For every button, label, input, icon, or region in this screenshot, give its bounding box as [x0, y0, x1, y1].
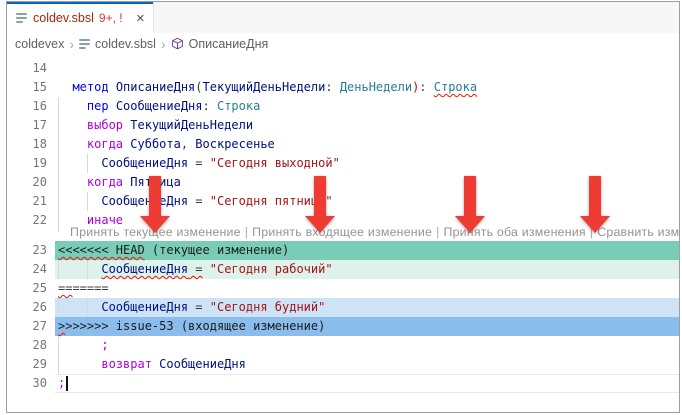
code-token: :: [203, 99, 217, 113]
code-line-27[interactable]: >>>>>>> issue-53 (входящее изменение): [58, 317, 325, 336]
code-token: ;: [58, 376, 65, 390]
code-line-24[interactable]: СообщениеДня = "Сегодня рабочий": [58, 260, 333, 279]
code-line-21[interactable]: СообщениеДня = "Сегодня пятница": [58, 192, 333, 211]
line-number: 26: [7, 298, 47, 317]
file-lines-icon: [16, 11, 27, 25]
code-token: :: [325, 80, 339, 94]
close-icon[interactable]: ✕: [134, 11, 147, 26]
code-token: возврат: [101, 357, 159, 371]
line-number: 14: [7, 59, 47, 78]
code-token: Воскресенье: [195, 137, 274, 151]
line-number: 24: [7, 260, 47, 279]
line-number: 17: [7, 116, 47, 135]
code-token: Суббота: [130, 137, 181, 151]
line-number: 15: [7, 78, 47, 97]
tab-problems-badge: 9+, !: [99, 11, 123, 25]
breadcrumb-symbol[interactable]: ОписаниеДня: [189, 37, 269, 51]
code-line-28[interactable]: ;: [58, 336, 109, 355]
code-token: СообщениеДня: [159, 357, 246, 371]
code-token: :: [419, 80, 433, 94]
code-token: <<<<<<< HEAD: [58, 243, 145, 257]
code-line-17[interactable]: выбор ТекущийДеньНедели: [58, 116, 253, 135]
code-line-29[interactable]: возврат СообщениеДня: [58, 355, 246, 374]
code-token: (: [195, 80, 202, 94]
code-line-22[interactable]: иначе: [58, 211, 123, 230]
code-token: =====: [72, 281, 108, 295]
accept-incoming-change-link[interactable]: Принять входящее изменение: [252, 225, 432, 239]
separator: |: [436, 225, 439, 239]
code-token: когда: [87, 175, 130, 189]
symbol-method-icon: [171, 37, 184, 53]
code-line-16[interactable]: пер СообщениеДня: Строка: [58, 97, 260, 116]
code-token: выбор: [87, 118, 130, 132]
code-token: =: [188, 156, 210, 170]
line-number: 21: [7, 192, 47, 211]
line-number: 16: [7, 97, 47, 116]
line-number: 29: [7, 355, 47, 374]
code-token: пер: [87, 99, 116, 113]
breadcrumb-file[interactable]: coldev.sbsl: [95, 37, 156, 51]
code-token: метод: [72, 80, 115, 94]
chevron-right-icon: ›: [161, 37, 166, 51]
line-number: 30: [7, 374, 47, 393]
code-token: СообщениеДня: [116, 99, 203, 113]
code-line-19[interactable]: СообщениеДня = "Сегодня выходной": [58, 154, 340, 173]
code-line-30[interactable]: ;: [58, 374, 65, 393]
breadcrumb-folder[interactable]: coldevex: [15, 37, 64, 51]
code-token: >>>>>> issue-53 (входящее изменение): [65, 319, 325, 333]
red-annotation-arrow: [140, 176, 170, 237]
line-number: 23: [7, 241, 47, 260]
breadcrumb: coldevex › coldev.sbsl › ОписаниеДня: [7, 33, 679, 54]
separator: |: [245, 225, 248, 239]
code-token: ТекущийДеньНедели: [130, 118, 253, 132]
tab-coldev-sbsl[interactable]: coldev.sbsl 9+, ! ✕: [7, 2, 154, 34]
code-token: СообщениеДня: [101, 262, 188, 276]
chevron-right-icon: ›: [69, 37, 74, 51]
tab-title: coldev.sbsl: [33, 11, 94, 25]
code-token: =: [188, 194, 210, 208]
code-token: ,: [181, 137, 195, 151]
code-token: ==: [58, 281, 72, 295]
line-number: 18: [7, 135, 47, 154]
code-token: Строка: [434, 80, 477, 94]
code-token: (текущее изменение): [145, 243, 290, 257]
code-line-23[interactable]: <<<<<<< HEAD (текущее изменение): [58, 241, 289, 260]
code-token: [203, 262, 210, 276]
red-annotation-arrow: [305, 176, 335, 237]
code-token: ;: [101, 338, 108, 352]
code-token: ТекущийДеньНедели: [203, 80, 326, 94]
code-token: когда: [87, 137, 130, 151]
vscode-editor-window: coldev.sbsl 9+, ! ✕ coldevex › coldev.sb…: [6, 1, 680, 413]
code-token: "Сегодня выходной": [210, 156, 340, 170]
line-number: 20: [7, 173, 47, 192]
tab-bar: coldev.sbsl 9+, ! ✕: [7, 2, 679, 34]
code-token: иначе: [87, 213, 123, 227]
code-token: СообщениеДня: [101, 300, 188, 314]
code-token: Строка: [217, 99, 260, 113]
code-line-15[interactable]: метод ОписаниеДня(ТекущийДеньНедели: Ден…: [58, 78, 477, 97]
code-editor[interactable]: Принять текущее изменение|Принять входящ…: [7, 53, 679, 412]
current-line-highlight: [55, 374, 679, 393]
code-line-26[interactable]: СообщениеДня = "Сегодня будний": [58, 298, 325, 317]
line-number: 27: [7, 317, 47, 336]
line-number: 28: [7, 336, 47, 355]
code-token: "Сегодня будний": [210, 300, 326, 314]
file-lines-icon: [79, 37, 90, 51]
code-line-18[interactable]: когда Суббота, Воскресенье: [58, 135, 275, 154]
code-token: =: [188, 300, 210, 314]
code-token: ДеньНедели: [340, 80, 412, 94]
active-tab-indicator: [7, 2, 153, 4]
line-number: 19: [7, 154, 47, 173]
red-annotation-arrow: [580, 176, 610, 237]
red-annotation-arrow: [455, 176, 485, 237]
line-number: 25: [7, 279, 47, 298]
code-token: ОписаниеДня: [116, 80, 195, 94]
code-line-25[interactable]: =======: [58, 279, 109, 298]
line-number: 22: [7, 211, 47, 230]
code-token: СообщениеДня: [101, 156, 188, 170]
code-token: =: [188, 262, 202, 276]
code-token: "Сегодня рабочий": [210, 262, 333, 276]
text-cursor: [66, 376, 68, 391]
